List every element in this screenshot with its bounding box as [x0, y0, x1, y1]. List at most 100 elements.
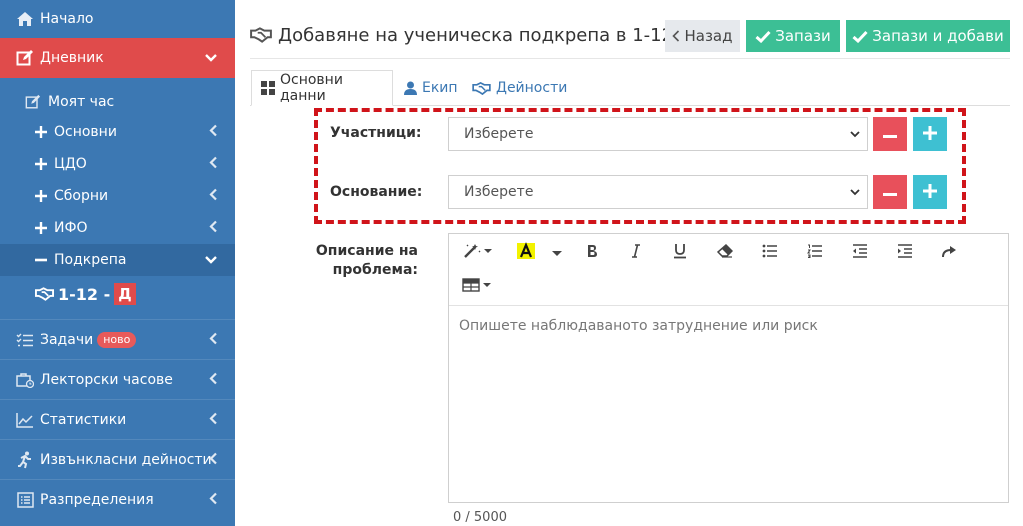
handshake-icon: [34, 285, 54, 303]
chart-line-icon: [16, 411, 34, 429]
chevron-left-icon: [209, 372, 217, 388]
minus-icon: [883, 127, 897, 142]
sidebar-item-class[interactable]: 1-12 - Д: [0, 280, 235, 308]
sidebar-item-cdo[interactable]: ЦДО: [0, 152, 235, 176]
sidebar-item-label: Сборни: [54, 188, 109, 204]
minus-icon: [34, 251, 48, 269]
outdent-icon: [852, 244, 868, 262]
plus-icon: [34, 187, 48, 205]
participants-select[interactable]: Изберете: [448, 117, 868, 151]
chevron-left-icon: [209, 412, 217, 428]
sidebar-item-label: Разпределения: [40, 492, 154, 508]
basis-select-value: Изберете: [464, 184, 534, 200]
chevron-left-icon: [209, 452, 217, 468]
magic-wand-icon: [463, 243, 493, 263]
character-counter: 0 / 5000: [453, 510, 507, 525]
class-letter-badge: Д: [114, 283, 136, 305]
user-icon: [404, 81, 417, 95]
plus-icon: [923, 183, 937, 201]
sidebar-item-extracurricular[interactable]: Извънкласни дейности: [0, 448, 235, 472]
clear-format-button[interactable]: [715, 242, 735, 264]
tab-activities[interactable]: Дейности: [472, 70, 567, 106]
edit-icon: [16, 49, 34, 67]
sidebar-item-statistics[interactable]: Статистики: [0, 408, 235, 432]
add-participant-button[interactable]: [913, 117, 947, 151]
remove-basis-button[interactable]: [873, 175, 907, 209]
check-icon: [755, 30, 771, 43]
sidebar-item-diary[interactable]: Дневник: [0, 38, 235, 78]
underline-button[interactable]: [671, 242, 689, 264]
tab-label: Екип: [422, 80, 458, 96]
remove-participant-button[interactable]: [873, 117, 907, 151]
sidebar-divider: [0, 319, 235, 320]
sidebar-item-label: Задачи: [40, 332, 94, 348]
bullet-list-button[interactable]: [760, 242, 780, 264]
indent-button[interactable]: [895, 242, 915, 264]
save-and-add-button[interactable]: Запази и добави: [846, 20, 1010, 52]
sidebar-item-label: Моят час: [48, 94, 115, 110]
tab-label: Основни данни: [280, 72, 343, 104]
sidebar-item-tasks[interactable]: Задачи ново: [0, 328, 235, 352]
sidebar-item-ifo[interactable]: ИФО: [0, 216, 235, 240]
redo-button[interactable]: [939, 242, 959, 264]
sidebar-divider: [0, 399, 235, 400]
plus-icon: [34, 155, 48, 173]
sidebar-item-lecturer-hours[interactable]: Лекторски часове: [0, 368, 235, 392]
list-ul-icon: [762, 244, 778, 262]
basis-select[interactable]: Изберете: [448, 175, 868, 209]
text-color-button[interactable]: [515, 242, 537, 264]
participants-select-value: Изберете: [464, 126, 534, 142]
caret-down-icon: [552, 245, 562, 261]
sidebar-item-label: Подкрепа: [54, 252, 127, 268]
bold-icon: [586, 244, 598, 262]
briefcase-clock-icon: [16, 371, 34, 389]
plus-icon: [34, 123, 48, 141]
handshake-icon: [472, 81, 491, 95]
italic-icon: [631, 244, 641, 262]
class-name: 1-12 -: [58, 284, 111, 304]
chevron-left-icon: [209, 332, 217, 348]
eraser-icon: [716, 243, 734, 262]
numbered-list-button[interactable]: [805, 242, 825, 264]
sidebar-item-label: ИФО: [54, 220, 88, 236]
save-button-label: Запази: [775, 27, 831, 45]
save-button[interactable]: Запази: [746, 20, 840, 52]
sidebar-item-label: ЦДО: [54, 156, 87, 172]
table-icon: [462, 278, 492, 296]
sidebar-item-home[interactable]: Начало: [0, 0, 235, 38]
sidebar-item-distributions[interactable]: Разпределения: [0, 488, 235, 512]
italic-button[interactable]: [627, 242, 645, 264]
chevron-down-icon: [205, 51, 217, 65]
sidebar: Начало Дневник Моят час Основни ЦДО Сбор…: [0, 0, 235, 526]
bold-button[interactable]: [583, 242, 601, 264]
sidebar-item-label: Начало: [40, 11, 94, 27]
list-ol-icon: [807, 244, 823, 262]
rich-text-editor: Опишете наблюдаваното затруднение или ри…: [448, 233, 1009, 503]
sidebar-item-support[interactable]: Подкрепа: [0, 244, 235, 276]
page-title: Добавяне на ученическа подкрепа в 1-12Д: [250, 18, 687, 52]
sidebar-item-label: Основни: [54, 124, 117, 140]
running-icon: [16, 451, 34, 469]
sidebar-item-my-hour[interactable]: Моят час: [0, 90, 235, 114]
underline-icon: [673, 243, 687, 263]
insert-table-button[interactable]: [461, 276, 493, 298]
add-basis-button[interactable]: [913, 175, 947, 209]
chevron-left-icon: [209, 188, 217, 204]
tab-team[interactable]: Екип: [404, 70, 458, 106]
plus-icon: [923, 125, 937, 143]
chevron-left-icon: [209, 124, 217, 140]
sidebar-item-combined[interactable]: Сборни: [0, 184, 235, 208]
style-magic-button[interactable]: [461, 242, 495, 264]
tab-basic-data[interactable]: Основни данни: [251, 70, 393, 106]
save-and-add-button-label: Запази и добави: [872, 27, 1004, 45]
grid-icon: [261, 81, 275, 95]
check-icon: [852, 30, 868, 43]
header-divider: [250, 58, 1010, 59]
back-button[interactable]: Назад: [665, 20, 740, 52]
text-color-dropdown[interactable]: [549, 242, 565, 264]
outdent-button[interactable]: [850, 242, 870, 264]
problem-description-placeholder[interactable]: Опишете наблюдаваното затруднение или ри…: [459, 318, 818, 334]
sidebar-item-main[interactable]: Основни: [0, 120, 235, 144]
chevron-down-icon: [849, 185, 861, 199]
chevron-down-icon: [205, 253, 217, 267]
